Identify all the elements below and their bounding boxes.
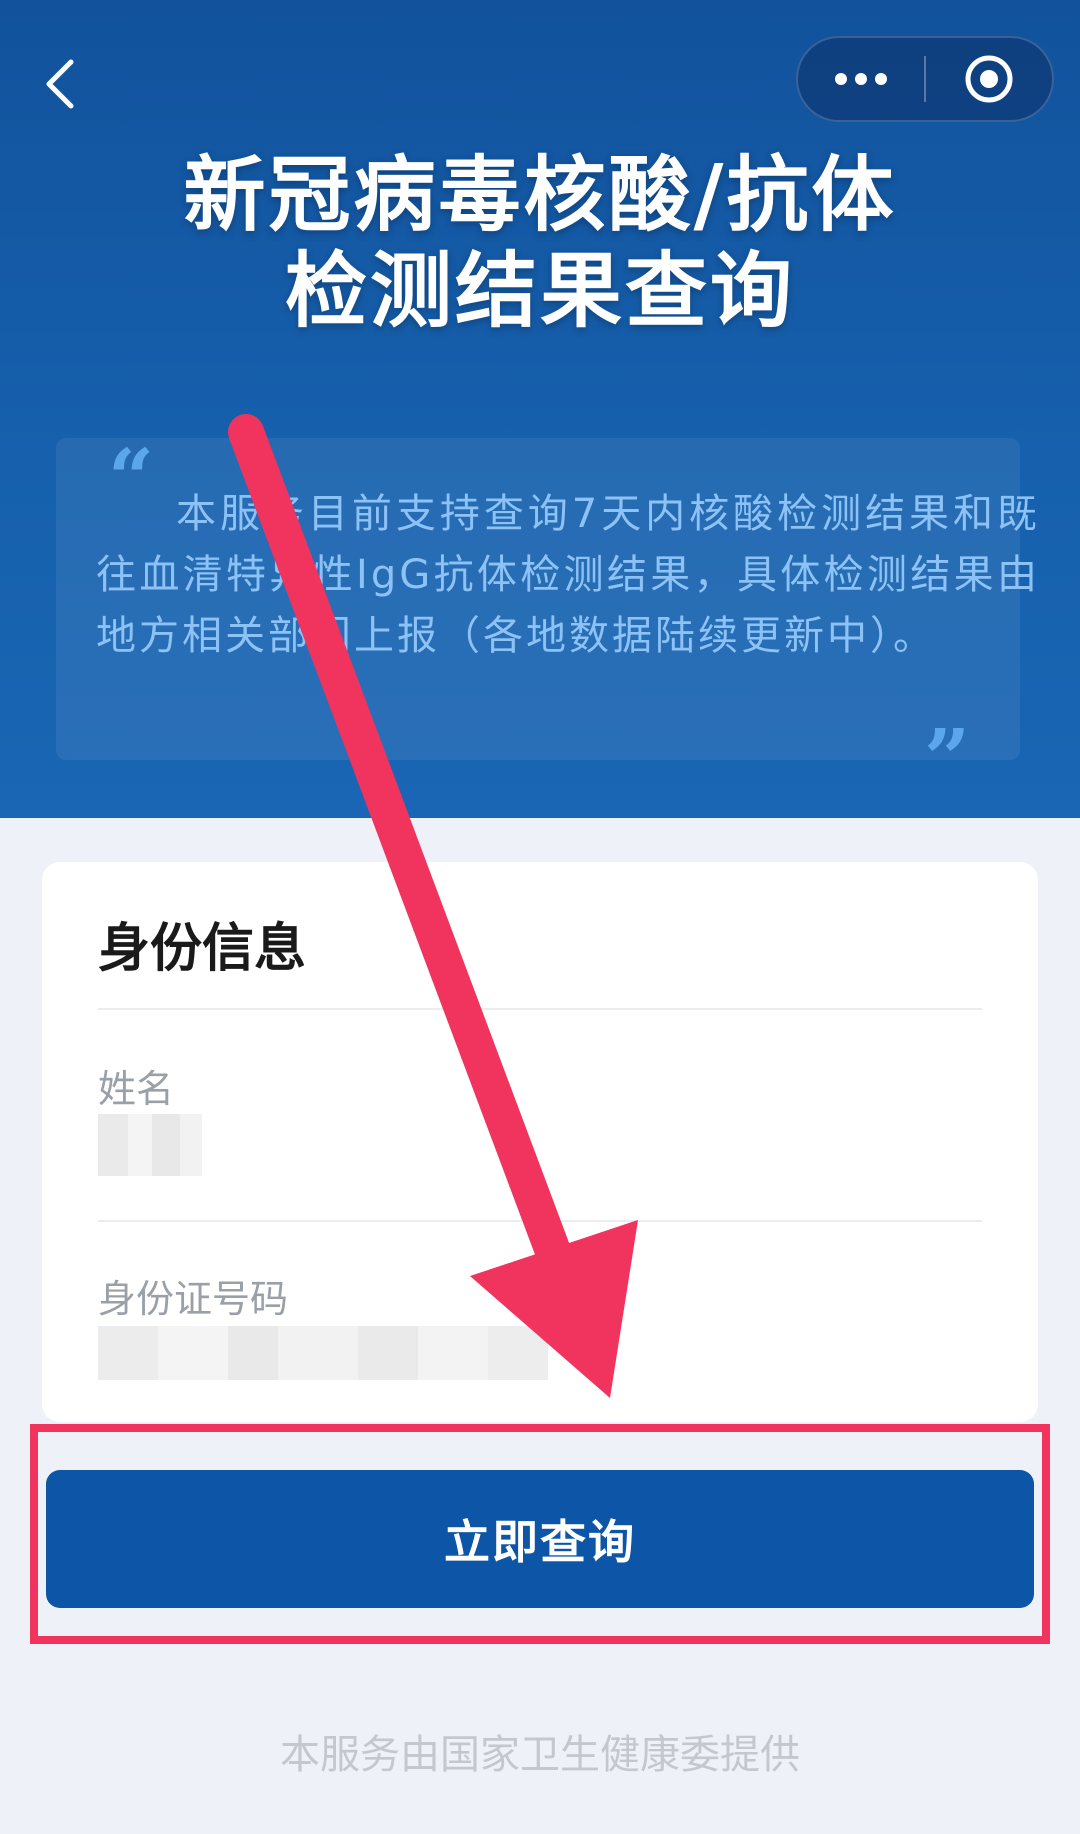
target-close-icon — [965, 55, 1013, 103]
quote-close-icon: ” — [923, 711, 970, 805]
divider — [98, 1008, 982, 1010]
footer-provider-text: 本服务由国家卫生健康委提供 — [280, 1732, 800, 1778]
header-banner: 新冠病毒核酸/抗体 检测结果查询 “ 本服务目前支持查询7天内核酸检测结果和既往… — [0, 0, 1080, 818]
redacted-name — [98, 1114, 202, 1176]
identity-card: 身份信息 姓名 身份证号码 — [42, 862, 1038, 1422]
page-title-line2: 检测结果查询 — [284, 244, 795, 339]
divider — [98, 1220, 982, 1222]
notice-text: 本服务目前支持查询7天内核酸检测结果和既往血清特异性IgG抗体检测结果，具体检测… — [96, 491, 1040, 659]
name-field[interactable] — [98, 1114, 202, 1176]
more-dots-icon — [835, 73, 887, 85]
close-button[interactable] — [926, 38, 1052, 120]
query-now-button[interactable]: 立即查询 — [46, 1470, 1034, 1608]
id-number-label: 身份证号码 — [98, 1277, 289, 1321]
id-number-field[interactable] — [98, 1326, 548, 1380]
back-button[interactable] — [36, 52, 84, 116]
page-title-line1: 新冠病毒核酸/抗体 — [183, 148, 897, 243]
identity-section-title: 身份信息 — [98, 919, 307, 979]
chevron-left-icon — [46, 59, 74, 109]
name-label: 姓名 — [98, 1067, 175, 1111]
mini-program-capsule — [796, 36, 1054, 122]
redacted-id-number — [98, 1326, 548, 1380]
page-title: 新冠病毒核酸/抗体 检测结果查询 — [0, 148, 1080, 340]
service-notice: “ 本服务目前支持查询7天内核酸检测结果和既往血清特异性IgG抗体检测结果，具体… — [56, 438, 1037, 798]
more-button[interactable] — [798, 38, 924, 120]
